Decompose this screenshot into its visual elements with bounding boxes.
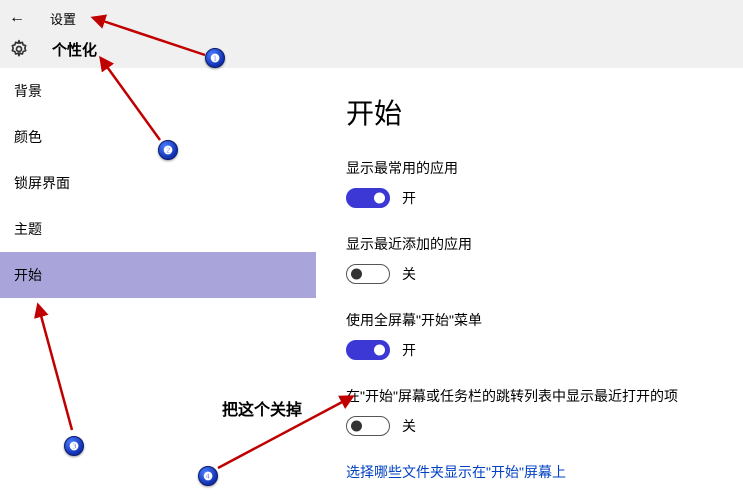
toggle-2[interactable] (346, 340, 390, 360)
sidebar-item-2[interactable]: 锁屏界面 (0, 160, 316, 206)
toggle-state: 关 (402, 264, 416, 284)
setting-label: 显示最常用的应用 (346, 158, 733, 178)
setting-2: 使用全屏幕"开始"菜单开 (346, 310, 733, 360)
sidebar-item-3[interactable]: 主题 (0, 206, 316, 252)
main-panel: 开始 显示最常用的应用开显示最近添加的应用关使用全屏幕"开始"菜单开在"开始"屏… (316, 68, 743, 502)
sidebar-item-label: 主题 (14, 219, 42, 239)
setting-label: 在"开始"屏幕或任务栏的跳转列表中显示最近打开的项 (346, 386, 733, 406)
window-title: 设置 (50, 9, 76, 28)
setting-1: 显示最近添加的应用关 (346, 234, 733, 284)
setting-0: 显示最常用的应用开 (346, 158, 733, 208)
toggle-0[interactable] (346, 188, 390, 208)
annotation-badge-3: ❸ (64, 436, 84, 456)
toggle-state: 开 (402, 188, 416, 208)
annotation-hint: 把这个关掉 (222, 396, 302, 420)
gear-icon (8, 38, 30, 60)
setting-label: 使用全屏幕"开始"菜单 (346, 310, 733, 330)
folder-link[interactable]: 选择哪些文件夹显示在"开始"屏幕上 (346, 462, 733, 482)
sidebar-item-0[interactable]: 背景 (0, 68, 316, 114)
page-title: 开始 (346, 92, 733, 132)
annotation-badge-2: ❷ (158, 140, 178, 160)
toggle-state: 开 (402, 340, 416, 360)
sidebar: 背景颜色锁屏界面主题开始 (0, 68, 316, 502)
category-title: 个性化 (52, 39, 97, 60)
toggle-3[interactable] (346, 416, 390, 436)
toggle-state: 关 (402, 416, 416, 436)
back-button[interactable]: ← (0, 4, 34, 32)
setting-label: 显示最近添加的应用 (346, 234, 733, 254)
sidebar-item-label: 开始 (14, 265, 42, 285)
annotation-badge-1: ❶ (205, 48, 225, 68)
sidebar-item-4[interactable]: 开始 (0, 252, 316, 298)
setting-3: 在"开始"屏幕或任务栏的跳转列表中显示最近打开的项关 (346, 386, 733, 436)
sidebar-item-label: 锁屏界面 (14, 173, 70, 193)
sidebar-item-label: 背景 (14, 81, 42, 101)
sidebar-item-label: 颜色 (14, 127, 42, 147)
annotation-badge-4: ❹ (198, 466, 218, 486)
toggle-1[interactable] (346, 264, 390, 284)
